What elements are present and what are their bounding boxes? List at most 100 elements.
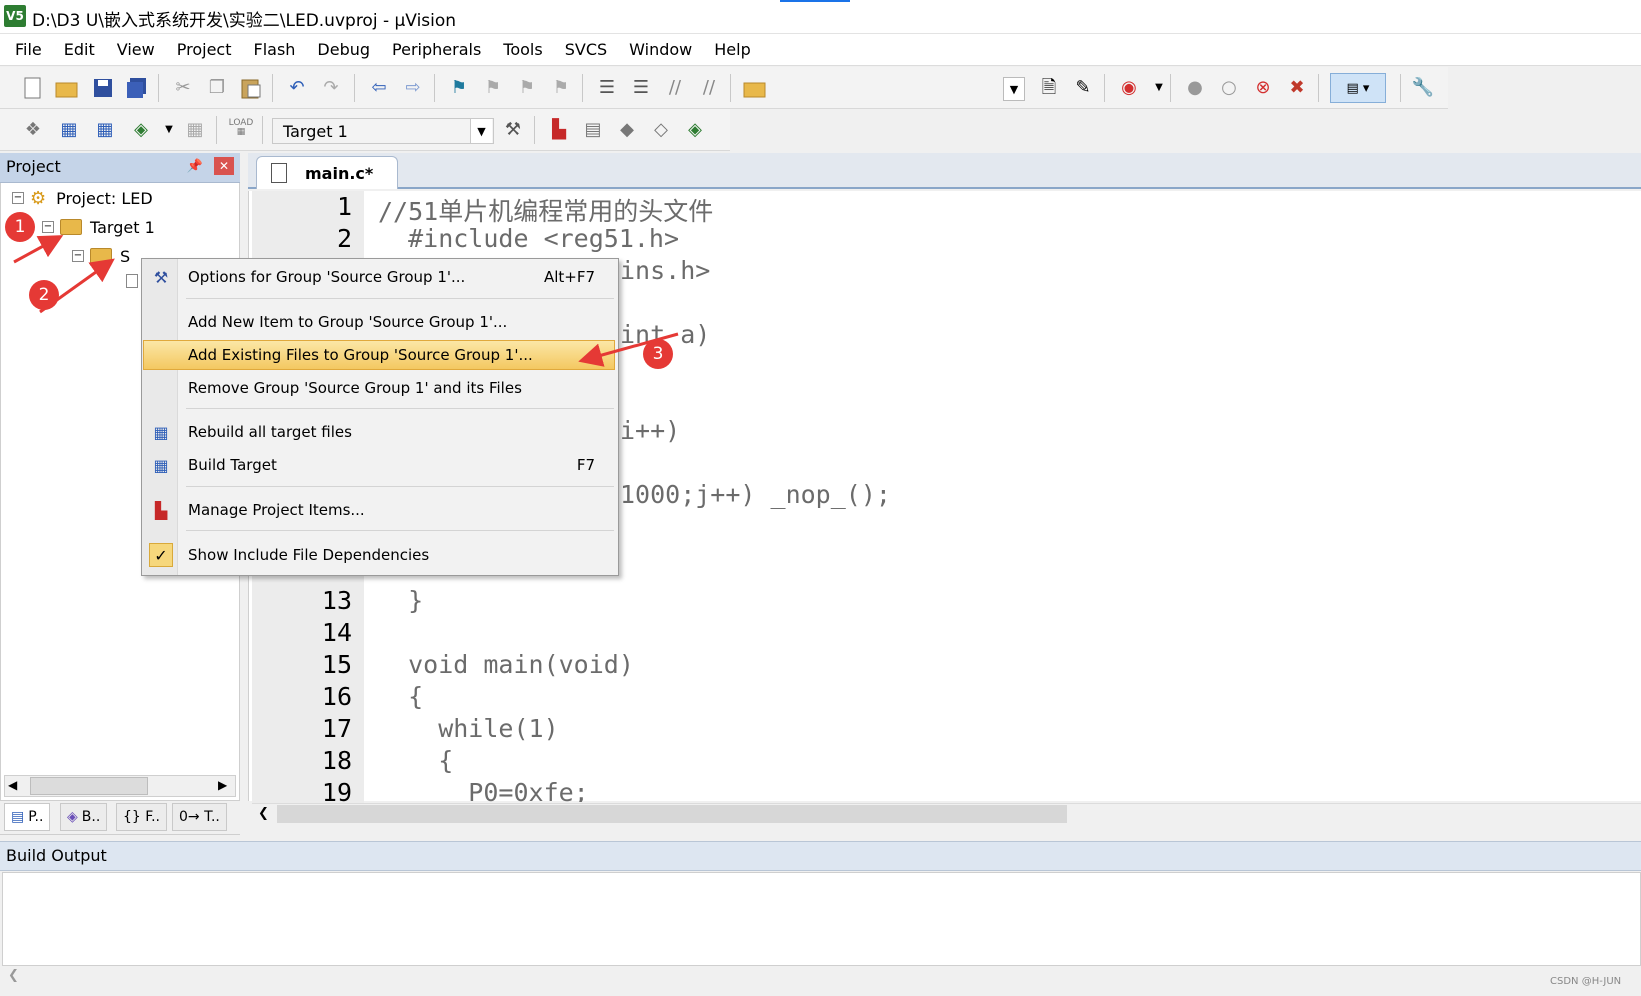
uncomment-icon[interactable]: // (696, 75, 722, 101)
collapse-toggle-icon[interactable]: − (72, 250, 84, 262)
tree-item-source-group[interactable]: − S (72, 244, 130, 268)
toolbar-separator (354, 74, 355, 102)
toolbar-separator (272, 74, 273, 102)
insert-breakpoint-icon[interactable]: ● (1182, 75, 1208, 101)
collapse-toggle-icon[interactable]: − (12, 192, 24, 204)
stop-build-icon[interactable]: ▦ (182, 117, 208, 143)
scroll-right-arrow-icon[interactable]: ▶ (218, 778, 227, 792)
enable-breakpoint-icon[interactable]: ○ (1216, 75, 1242, 101)
cut-icon[interactable]: ✂ (170, 75, 196, 101)
magic-wand-icon: ⚒ (153, 267, 169, 287)
redo-icon[interactable]: ↷ (318, 75, 344, 101)
menu-item-remove-group[interactable]: Remove Group 'Source Group 1' and its Fi… (143, 373, 617, 403)
build-output-pane[interactable] (2, 872, 1641, 966)
kill-breakpoints-icon[interactable]: ✖ (1284, 75, 1310, 101)
configure-wrench-icon[interactable]: 🔧 (1410, 75, 1436, 101)
target-dropdown-chevron-icon[interactable]: ▼ (470, 119, 492, 143)
disable-breakpoints-icon[interactable]: ⊗ (1250, 75, 1276, 101)
code-line: void main(void) (378, 650, 634, 679)
undo-icon[interactable]: ↶ (284, 75, 310, 101)
incremental-find-icon[interactable]: ✎ (1070, 75, 1096, 101)
tab-books-label: B.. (81, 809, 101, 825)
new-file-icon[interactable] (20, 75, 46, 101)
scroll-left-arrow-icon[interactable]: ❮ (258, 806, 269, 821)
menu-peripherals[interactable]: Peripherals (381, 34, 492, 66)
checkmark-icon: ✓ (149, 543, 173, 567)
comment-icon[interactable]: // (662, 75, 688, 101)
code-line: #include <reg51.h> (378, 224, 680, 253)
menu-item-label: Build Target (188, 456, 277, 474)
close-icon[interactable]: ✕ (214, 157, 234, 175)
tree-item-project[interactable]: − ⚙ Project: LED (12, 186, 153, 210)
window-layout-icon[interactable]: ▤ ▾ (1330, 73, 1386, 103)
menu-project[interactable]: Project (166, 34, 243, 66)
menu-separator (186, 298, 614, 299)
find-icon[interactable]: 🗎 (1036, 75, 1062, 101)
tab-project[interactable]: ▤ P.. (4, 803, 51, 831)
toolbar-separator (216, 116, 217, 144)
open-folder-icon[interactable] (54, 75, 80, 101)
menu-tools[interactable]: Tools (492, 34, 553, 66)
prev-bookmark-icon[interactable]: ⚑ (480, 75, 506, 101)
navigate-back-icon[interactable]: ⇦ (366, 75, 392, 101)
menu-item-rebuild-all[interactable]: ▦ Rebuild all target files (143, 417, 617, 447)
next-bookmark-icon[interactable]: ⚑ (514, 75, 540, 101)
menu-item-add-existing-files[interactable]: Add Existing Files to Group 'Source Grou… (143, 340, 617, 370)
navigate-forward-icon[interactable]: ⇨ (400, 75, 426, 101)
target-select[interactable]: Target 1 (272, 118, 494, 144)
menu-debug[interactable]: Debug (306, 34, 381, 66)
rebuild-icon[interactable]: ▦ (92, 117, 118, 143)
line-number: 19 (321, 778, 352, 802)
tree-item-target[interactable]: − Target 1 (42, 215, 155, 239)
build-output-scrollbar[interactable] (2, 966, 1641, 988)
unindent-icon[interactable]: ☰ (628, 75, 654, 101)
source-file-icon[interactable] (126, 274, 138, 288)
menu-file[interactable]: File (4, 34, 53, 66)
menu-item-add-new-item[interactable]: Add New Item to Group 'Source Group 1'..… (143, 307, 617, 337)
toolbar-separator (1170, 74, 1171, 102)
clear-bookmarks-icon[interactable]: ⚑ (548, 75, 574, 101)
tab-main-c[interactable]: main.c* (256, 156, 398, 189)
scroll-left-arrow-icon[interactable]: ❮ (8, 968, 19, 983)
document-icon (271, 163, 287, 183)
translate-icon[interactable]: ❖ (20, 117, 46, 143)
collapse-toggle-icon[interactable]: − (42, 221, 54, 233)
pin-icon[interactable]: 📌 (186, 157, 204, 175)
debug-session-icon[interactable]: ◉ (1116, 75, 1142, 101)
build-icon[interactable]: ▦ (56, 117, 82, 143)
menu-window[interactable]: Window (618, 34, 703, 66)
find-in-files-icon[interactable] (742, 75, 768, 101)
find-dropdown-chevron-icon[interactable]: ▼ (1003, 77, 1025, 101)
menu-item-show-include-deps[interactable]: ✓ Show Include File Dependencies (143, 540, 617, 570)
menu-edit[interactable]: Edit (53, 34, 106, 66)
copy-icon[interactable]: ❐ (204, 75, 230, 101)
menu-svcs[interactable]: SVCS (554, 34, 618, 66)
batch-build-dropdown-chevron-icon[interactable]: ▼ (156, 117, 182, 143)
project-scrollbar-thumb[interactable] (30, 777, 148, 795)
menu-help[interactable]: Help (703, 34, 761, 66)
tab-functions[interactable]: {} F.. (116, 803, 167, 831)
debug-dropdown-chevron-icon[interactable]: ▼ (1146, 75, 1172, 101)
indent-icon[interactable]: ☰ (594, 75, 620, 101)
menu-item-manage-project-items[interactable]: ▙ Manage Project Items... (143, 495, 617, 525)
save-icon[interactable] (90, 75, 116, 101)
menu-item-build-target[interactable]: ▦ Build Target F7 (143, 450, 617, 480)
annotation-badge-2: 2 (29, 280, 59, 310)
tab-functions-label: {} F.. (123, 809, 160, 825)
tab-templates[interactable]: 0→ T.. (172, 803, 227, 831)
editor-scrollbar-thumb[interactable] (277, 805, 1067, 823)
batch-build-icon[interactable]: ◈ (128, 117, 154, 143)
menu-item-options-for-group[interactable]: ⚒ Options for Group 'Source Group 1'... … (143, 262, 617, 292)
code-line: while(1) (378, 714, 559, 743)
scroll-left-arrow-icon[interactable]: ◀ (8, 778, 17, 792)
menu-flash[interactable]: Flash (242, 34, 306, 66)
tab-books[interactable]: ◈ B.. (60, 803, 108, 831)
save-all-icon[interactable] (124, 75, 150, 101)
project-icon: ⚙ (30, 187, 47, 209)
paste-icon[interactable] (238, 75, 264, 101)
download-load-icon[interactable]: LOAD ▦ (228, 115, 254, 141)
insert-bookmark-icon[interactable]: ⚑ (446, 75, 472, 101)
partial-line-clip: 19 P0=0xfe; (252, 778, 1641, 802)
menu-view[interactable]: View (106, 34, 166, 66)
menu-item-label: Manage Project Items... (188, 501, 365, 519)
